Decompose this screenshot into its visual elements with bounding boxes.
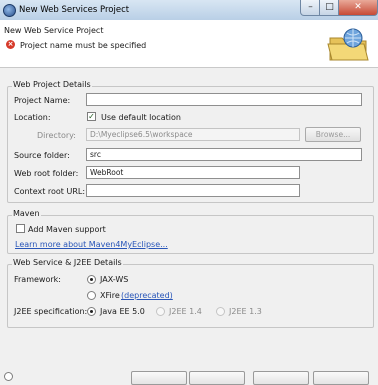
deprecated-link[interactable]: (deprecated) <box>121 291 173 300</box>
directory-input[interactable]: D:\Myeclipse6.5\workspace <box>86 128 300 141</box>
xfire-radio[interactable] <box>87 291 96 300</box>
jax-ws-radio[interactable] <box>87 275 96 284</box>
close-button[interactable]: ✕ <box>338 0 378 16</box>
error-message: Project name must be specified <box>20 41 147 50</box>
framework-label: Framework: <box>14 275 61 284</box>
java-ee-5-label: Java EE 5.0 <box>100 307 145 316</box>
cancel-button[interactable] <box>313 371 369 385</box>
web-root-folder-label: Web root folder: <box>14 169 79 178</box>
web-service-details-group <box>7 264 374 328</box>
source-folder-input[interactable]: src <box>86 148 362 161</box>
xfire-label: XFire <box>100 291 120 300</box>
finish-button[interactable] <box>253 371 309 385</box>
j2ee-1-3-radio[interactable] <box>216 307 225 316</box>
jax-ws-label: JAX-WS <box>100 275 129 284</box>
j2ee-1-4-label: J2EE 1.4 <box>169 307 202 316</box>
java-ee-5-radio[interactable] <box>87 307 96 316</box>
add-maven-support-checkbox[interactable] <box>16 224 25 233</box>
context-root-url-input[interactable] <box>86 184 300 197</box>
directory-label: Directory: <box>37 131 76 140</box>
error-icon: × <box>6 40 15 49</box>
project-name-label: Project Name: <box>14 96 71 105</box>
back-button[interactable] <box>131 371 187 385</box>
web-root-folder-input[interactable]: WebRoot <box>86 166 300 179</box>
browse-button[interactable]: Browse... <box>305 127 361 142</box>
j2ee-1-4-radio[interactable] <box>156 307 165 316</box>
use-default-location-label: Use default location <box>101 113 181 122</box>
context-root-url-label: Context root URL: <box>14 187 86 196</box>
learn-more-maven-link[interactable]: Learn more about Maven4MyEclipse... <box>15 240 168 249</box>
maximize-button[interactable]: □ <box>319 0 340 16</box>
web-project-details-title: Web Project Details <box>12 80 92 89</box>
web-service-details-title: Web Service & J2EE Details <box>12 258 123 267</box>
next-button[interactable] <box>189 371 245 385</box>
location-label: Location: <box>14 113 51 122</box>
source-folder-label: Source folder: <box>14 151 70 160</box>
add-maven-support-label: Add Maven support <box>28 225 106 234</box>
j2ee-spec-label: J2EE specification: <box>14 307 88 316</box>
j2ee-1-3-label: J2EE 1.3 <box>229 307 262 316</box>
use-default-location-checkbox[interactable]: ✓ <box>87 112 96 121</box>
folder-globe-wizard-icon <box>327 28 369 61</box>
window-title: New Web Services Project <box>19 5 130 15</box>
maven-group-title: Maven <box>12 209 41 218</box>
project-name-input[interactable] <box>86 93 362 106</box>
app-icon <box>3 4 16 17</box>
minimize-button[interactable]: – <box>300 0 321 16</box>
wizard-title: New Web Service Project <box>4 26 104 35</box>
